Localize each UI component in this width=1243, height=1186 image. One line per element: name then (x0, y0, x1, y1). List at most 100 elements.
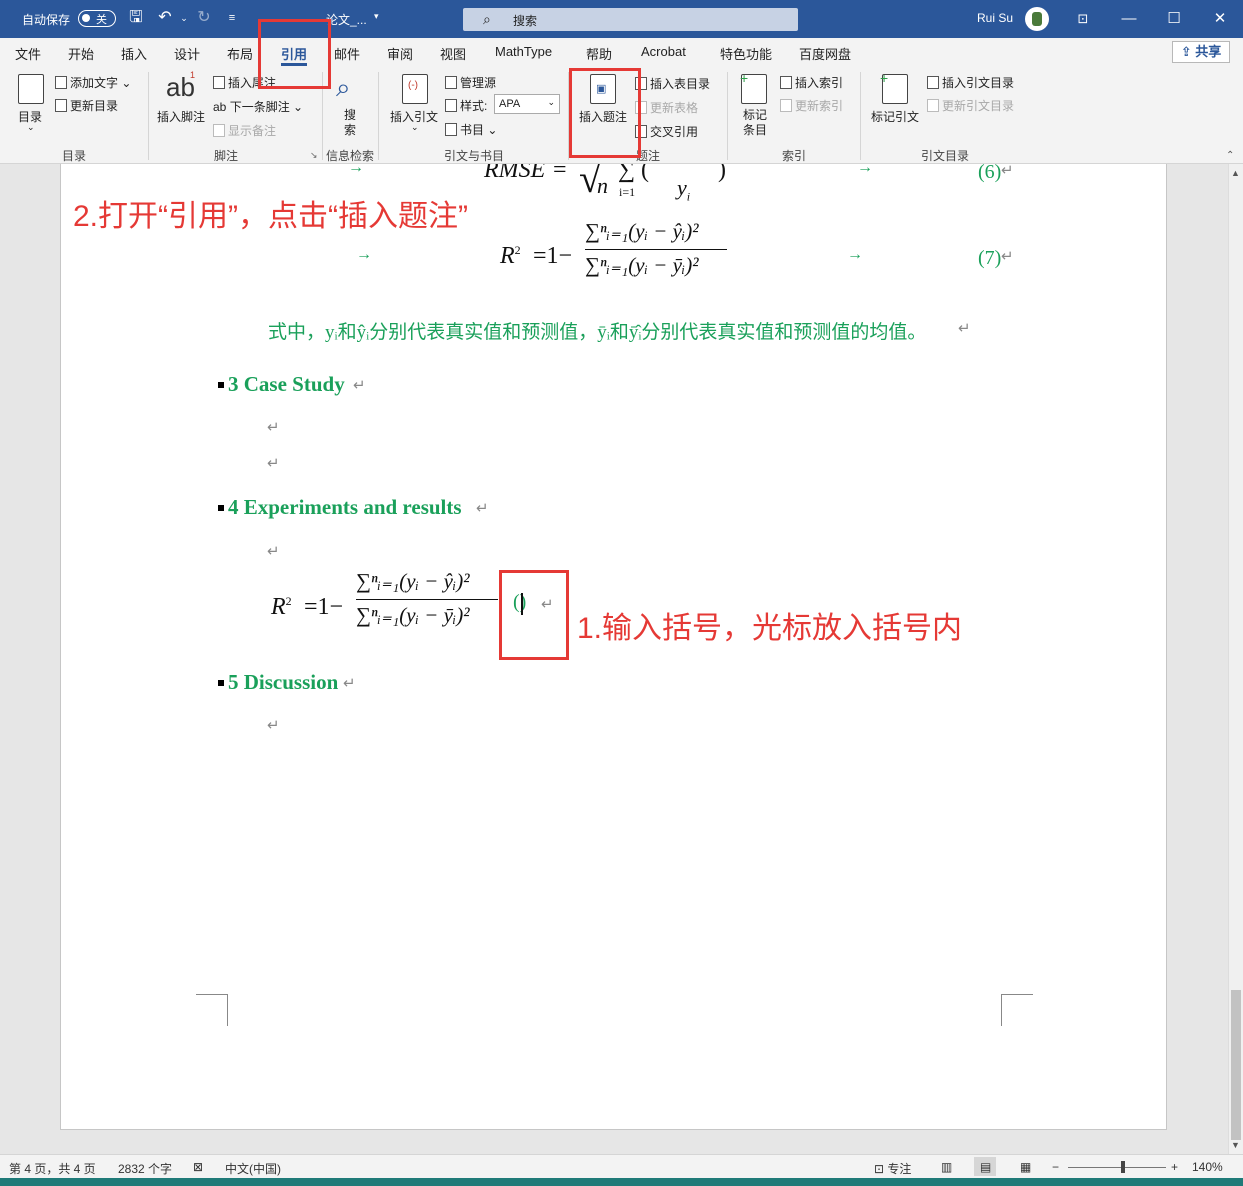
research-search-button[interactable]: 搜索 (344, 108, 358, 138)
show-notes-button[interactable]: 显示备注 (213, 122, 276, 139)
paragraph-mark: ↵ (958, 320, 971, 337)
web-layout-icon[interactable]: ▦ (1020, 1160, 1031, 1174)
insert-citation-dropdown-icon[interactable]: ⌄ (411, 122, 419, 133)
page-count[interactable]: 第 4 页，共 4 页 (9, 1160, 96, 1177)
search-placeholder: 搜索 (513, 14, 538, 28)
bibliography-label: 书目 (460, 123, 485, 137)
zoom-slider-thumb[interactable] (1121, 1161, 1125, 1173)
share-icon: ⇪ (1180, 44, 1192, 59)
vertical-scrollbar[interactable]: ▲ ▼ (1228, 164, 1243, 1154)
tab-design[interactable]: 设计 (174, 44, 200, 63)
eq7-number: (7) (978, 247, 1002, 269)
search-box[interactable]: ⌕ 搜索 (463, 8, 798, 31)
group-separator (378, 72, 379, 160)
autosave-toggle[interactable]: 关 (78, 10, 116, 27)
heading-experiments[interactable]: 4 Experiments and results (228, 495, 462, 520)
style-icon (445, 99, 457, 112)
focus-label: 专注 (887, 1162, 912, 1176)
undo-icon[interactable]: ↶ (155, 8, 175, 28)
bibliography-icon (445, 123, 457, 136)
scroll-thumb[interactable] (1231, 990, 1241, 1140)
page-corner-mark (1001, 994, 1033, 1026)
search-research-icon[interactable]: ⌕ (336, 72, 351, 104)
bibliography-button[interactable]: 书目 ⌄ (445, 121, 497, 138)
user-name[interactable]: Rui Su (977, 11, 1013, 25)
tab-arrow-mark: → (857, 164, 873, 176)
customize-toolbar-icon[interactable]: ≡ (222, 8, 242, 28)
tab-home[interactable]: 开始 (68, 44, 94, 63)
document-area[interactable]: → RMSE = √ n ∑ i=1 ( yi ) → (6) ↵ 2.打开“引… (0, 164, 1228, 1154)
show-notes-label: 显示备注 (228, 124, 277, 138)
update-index-button[interactable]: 更新索引 (780, 97, 843, 114)
update-toa-icon (927, 99, 939, 112)
read-mode-icon[interactable]: ▥ (941, 1160, 952, 1174)
maximize-icon[interactable]: ☐ (1162, 8, 1186, 30)
insert-footnote-button[interactable]: 插入脚注 (157, 108, 205, 125)
cross-reference-button[interactable]: 交叉引用 (635, 123, 698, 140)
document-page[interactable]: → RMSE = √ n ∑ i=1 ( yi ) → (6) ↵ 2.打开“引… (60, 164, 1167, 1130)
zoom-in-button[interactable]: + (1171, 1160, 1178, 1174)
mark-citation-button[interactable]: 标记引文 (871, 108, 919, 125)
highlight-cursor-box (499, 570, 569, 660)
tab-mailings[interactable]: 邮件 (334, 44, 360, 63)
eq6-n: n (597, 173, 608, 198)
add-text-button[interactable]: 添加文字 ⌄ (55, 74, 131, 91)
collapse-ribbon-icon[interactable]: ⌃ (1226, 150, 1234, 161)
tab-help[interactable]: 帮助 (586, 44, 612, 63)
footnote-superscript-icon: 1 (190, 70, 196, 80)
update-table-button[interactable]: 更新表格 (635, 99, 698, 116)
insert-toa-button[interactable]: 插入引文目录 (927, 74, 1014, 91)
tab-mathtype[interactable]: MathType (495, 44, 552, 59)
ribbon-display-options-icon[interactable]: ⊡ (1071, 8, 1095, 30)
scroll-down-icon[interactable]: ▼ (1231, 1140, 1240, 1150)
undo-dropdown-icon[interactable]: ⌄ (174, 8, 194, 28)
document-title[interactable]: 论文_... (326, 11, 367, 28)
insert-table-of-figures-button[interactable]: 插入表目录 (635, 75, 710, 92)
style-label: 样式: (445, 97, 487, 114)
zoom-out-button[interactable]: − (1052, 1160, 1059, 1174)
tab-layout[interactable]: 布局 (227, 44, 253, 63)
share-button[interactable]: ⇪ 共享 (1172, 41, 1230, 63)
citation-style-select[interactable]: APA ⌄ (494, 94, 560, 114)
update-toc-button[interactable]: 更新目录 (55, 97, 118, 114)
tab-view[interactable]: 视图 (440, 44, 466, 63)
proofing-icon[interactable]: ⊠ (193, 1160, 203, 1174)
eq6-sum: ∑ (618, 164, 636, 183)
focus-mode-button[interactable]: ⊡ 专注 (874, 1160, 911, 1177)
tab-acrobat[interactable]: Acrobat (641, 44, 686, 59)
close-icon[interactable]: ✕ (1208, 8, 1232, 30)
tab-file[interactable]: 文件 (15, 44, 41, 63)
save-icon[interactable]: 🖫 (126, 8, 146, 28)
title-dropdown-icon[interactable]: ▾ (374, 11, 379, 22)
word-count[interactable]: 2832 个字 (118, 1160, 172, 1177)
mark-entry-plus-icon: + (740, 70, 749, 86)
search-icon: ⌕ (483, 11, 491, 27)
minimize-icon[interactable]: — (1117, 8, 1141, 30)
scroll-up-icon[interactable]: ▲ (1231, 168, 1240, 178)
tab-special-features[interactable]: 特色功能 (720, 44, 772, 63)
heading-discussion[interactable]: 5 Discussion (228, 670, 338, 695)
update-toa-button[interactable]: 更新引文目录 (927, 97, 1014, 114)
zoom-level[interactable]: 140% (1192, 1160, 1223, 1174)
tab-baidu-netdisk[interactable]: 百度网盘 (799, 44, 851, 63)
print-layout-icon[interactable]: ▤ (980, 1160, 991, 1174)
eq7-denominator: ∑ⁿᵢ₌₁(yᵢ − ȳᵢ)² (585, 253, 699, 277)
footnote-dialog-launcher-icon[interactable]: ↘ (310, 150, 318, 161)
heading-case-study[interactable]: 3 Case Study (228, 372, 345, 397)
annotation-open-references: 2.打开“引用”，点击“插入题注” (73, 200, 468, 233)
manage-sources-button[interactable]: 管理源 (445, 74, 496, 91)
table-of-contents-icon[interactable] (18, 74, 44, 104)
next-footnote-button[interactable]: ab 下一条脚注 ⌄ (213, 98, 303, 115)
tab-arrow-mark: → (356, 246, 372, 263)
tab-review[interactable]: 审阅 (387, 44, 413, 63)
mark-entry-button[interactable]: 标记条目 (743, 108, 769, 138)
insert-index-button[interactable]: 插入索引 (780, 74, 843, 91)
paragraph-mark: ↵ (343, 675, 356, 692)
redo-icon[interactable]: ↻ (194, 8, 214, 28)
avatar[interactable] (1025, 7, 1049, 31)
zoom-slider-track[interactable] (1068, 1167, 1166, 1168)
explanation-paragraph[interactable]: 式中，yᵢ和ŷᵢ分别代表真实值和预测值，ȳᵢ和ȳ̂ᵢ分别代表真实值和预测值的均值… (268, 317, 926, 344)
tab-insert[interactable]: 插入 (121, 44, 147, 63)
language[interactable]: 中文(中国) (225, 1160, 281, 1177)
toc-dropdown-icon[interactable]: ⌄ (27, 122, 35, 133)
